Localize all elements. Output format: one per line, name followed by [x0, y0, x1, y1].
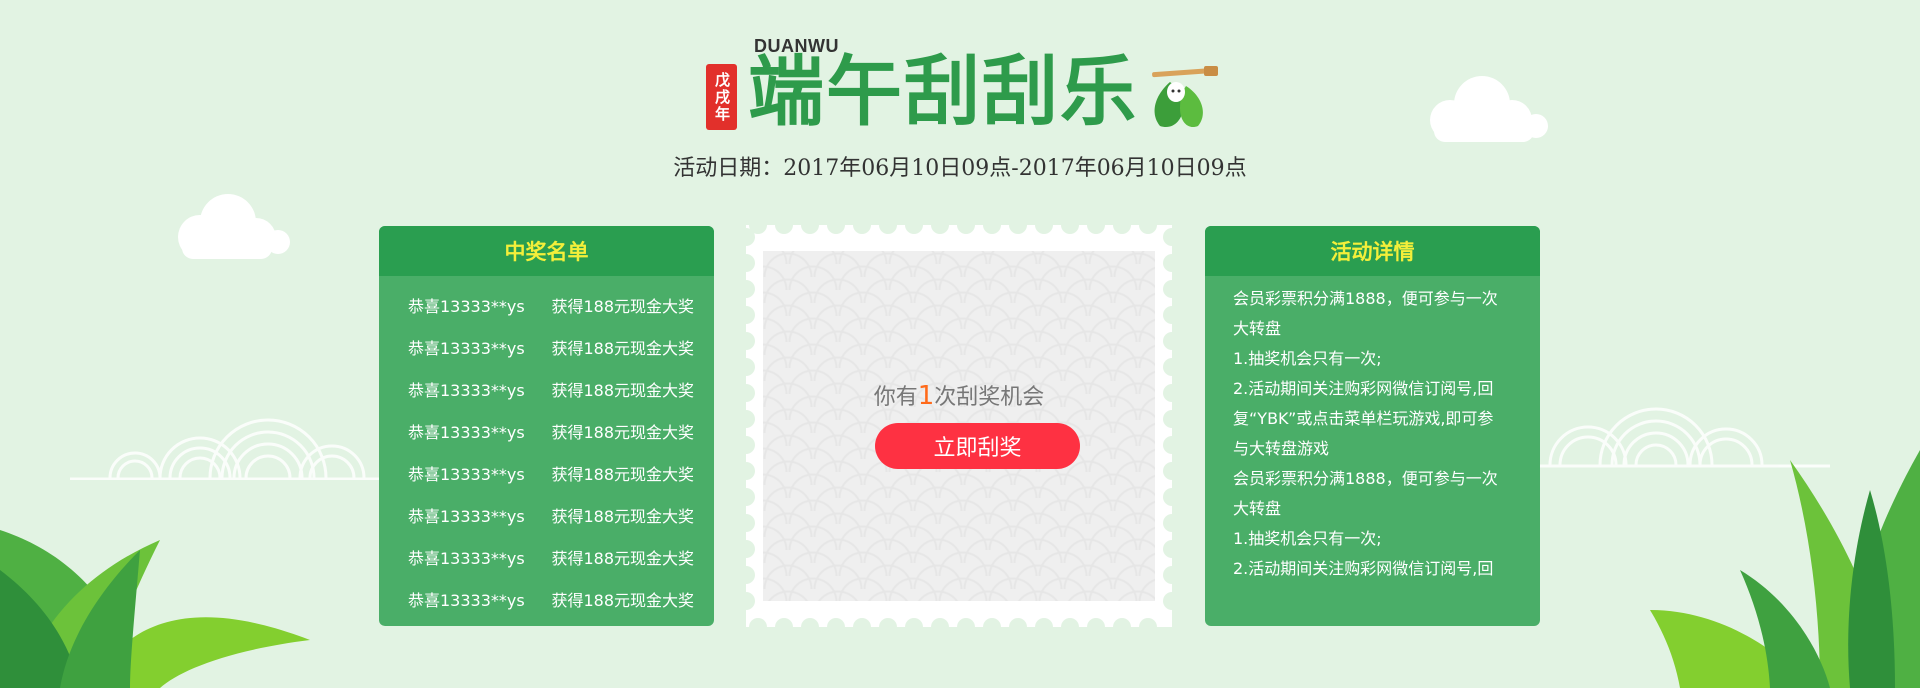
detail-line: 会员彩票积分满1888，便可参与一次: [1233, 469, 1498, 488]
winner-row: 恭喜13333**ys 获得188元现金大奖: [379, 578, 714, 620]
winner-row: 恭喜13333**ys 获得188元现金大奖: [379, 284, 714, 326]
winner-prize: 获得188元现金大奖: [551, 507, 694, 526]
chance-count: 1: [917, 381, 935, 411]
detail-line: 大转盘: [1233, 499, 1282, 518]
winner-name: 恭喜13333**ys: [408, 591, 525, 610]
chance-prefix: 你有: [873, 385, 918, 410]
winners-panel-title: 中奖名单: [379, 226, 714, 276]
winner-prize: 获得188元现金大奖: [551, 465, 694, 484]
details-text: 会员彩票积分满1888，便可参与一次 大转盘 1.抽奖机会只有一次; 2.活动期…: [1205, 276, 1540, 584]
detail-line: 大转盘: [1233, 319, 1282, 338]
winners-list: 恭喜13333**ys 获得188元现金大奖 恭喜13333**ys 获得188元现…: [379, 276, 714, 620]
winner-prize: 获得188元现金大奖: [551, 297, 694, 316]
detail-line: 与大转盘游戏: [1233, 439, 1330, 458]
winner-name: 恭喜13333**ys: [408, 381, 525, 400]
detail-line: 1.抽奖机会只有一次;: [1233, 529, 1382, 548]
details-panel-title: 活动详情: [1205, 226, 1540, 276]
winner-row: 恭喜13333**ys 获得188元现金大奖: [379, 326, 714, 368]
hills-left-icon: [70, 418, 390, 480]
detail-line: 复“YBK”或点击菜单栏玩游戏,即可参: [1233, 409, 1494, 428]
winner-name: 恭喜13333**ys: [408, 339, 525, 358]
activity-date: 活动日期：2017年06月10日09点-2017年06月10日09点: [673, 156, 1247, 181]
page-title: 端午刮刮乐: [748, 47, 1138, 136]
cloud-left-icon: [178, 194, 290, 259]
page-root: 戊戌年 DUANWU 端午刮刮乐 活动日期：2017年06月10日09点-201…: [0, 0, 1920, 688]
scratch-card: 你有1次刮奖机会 立即刮奖: [746, 225, 1172, 627]
chance-text: 你有1次刮奖机会: [763, 379, 1155, 411]
winner-prize: 获得188元现金大奖: [551, 339, 694, 358]
winner-prize: 获得188元现金大奖: [551, 423, 694, 442]
winner-row: 恭喜13333**ys 获得188元现金大奖: [379, 368, 714, 410]
winner-row: 恭喜13333**ys 获得188元现金大奖: [379, 494, 714, 536]
detail-line: 1.抽奖机会只有一次;: [1233, 349, 1382, 368]
winner-name: 恭喜13333**ys: [408, 549, 525, 568]
leaves-left-icon: [0, 530, 310, 688]
details-panel: 活动详情 会员彩票积分满1888，便可参与一次 大转盘 1.抽奖机会只有一次; …: [1205, 226, 1540, 626]
winner-row: 恭喜13333**ys 获得188元现金大奖: [379, 452, 714, 494]
winner-name: 恭喜13333**ys: [408, 423, 525, 442]
winner-name: 恭喜13333**ys: [408, 465, 525, 484]
leaves-right-icon: [1650, 450, 1920, 688]
zongzi-mascot-icon: [1152, 66, 1218, 128]
detail-line: 2.活动期间关注购彩网微信订阅号,回: [1233, 379, 1494, 398]
year-seal: 戊戌年: [706, 64, 737, 130]
scratch-area[interactable]: 你有1次刮奖机会 立即刮奖: [763, 251, 1155, 601]
winners-panel: 中奖名单 恭喜13333**ys 获得188元现金大奖 恭喜13333**ys 获得…: [379, 226, 714, 626]
cloud-right-icon: [1430, 76, 1548, 142]
chance-suffix: 次刮奖机会: [934, 385, 1045, 410]
winner-prize: 获得188元现金大奖: [551, 591, 694, 610]
detail-line: 会员彩票积分满1888，便可参与一次: [1233, 289, 1498, 308]
winner-row: 恭喜13333**ys 获得188元现金大奖: [379, 410, 714, 452]
winner-prize: 获得188元现金大奖: [551, 549, 694, 568]
winner-name: 恭喜13333**ys: [408, 507, 525, 526]
winner-prize: 获得188元现金大奖: [551, 381, 694, 400]
winner-row: 恭喜13333**ys 获得188元现金大奖: [379, 536, 714, 578]
scratch-now-button[interactable]: 立即刮奖: [875, 423, 1080, 469]
winner-name: 恭喜13333**ys: [408, 297, 525, 316]
detail-line: 2.活动期间关注购彩网微信订阅号,回: [1233, 559, 1494, 578]
